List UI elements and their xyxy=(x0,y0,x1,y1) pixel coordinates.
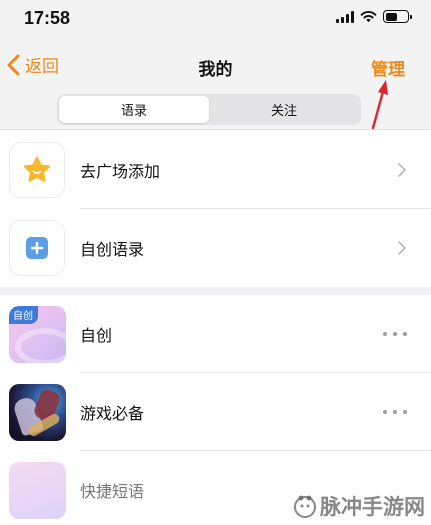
annotation-arrow-icon xyxy=(371,80,388,130)
collection-item-self-created[interactable]: 自创 自创 xyxy=(0,295,431,373)
watermark: 脉冲手游网 xyxy=(292,491,425,521)
star-thumb xyxy=(9,142,65,198)
collection-cover xyxy=(9,461,66,519)
collection-cover xyxy=(9,383,66,441)
tab-quotes[interactable]: 语录 xyxy=(59,96,209,123)
page-title: 我的 xyxy=(198,60,233,80)
tab-following[interactable]: 关注 xyxy=(209,96,359,123)
list-item-add-from-square[interactable]: 去广场添加 xyxy=(0,131,431,209)
battery-icon xyxy=(383,10,412,23)
more-options-icon[interactable] xyxy=(383,330,407,338)
watermark-logo-icon xyxy=(294,495,316,518)
watermark-text: 脉冲手游网 xyxy=(320,495,425,519)
status-bar: 17:58 xyxy=(0,0,431,40)
status-time: 17:58 xyxy=(24,8,71,28)
chevron-right-icon xyxy=(398,163,406,177)
collection-label: 游戏必备 xyxy=(80,404,145,423)
segmented-control: 语录 关注 xyxy=(57,94,361,125)
list-item-label: 自创语录 xyxy=(80,240,145,259)
collection-badge: 自创 xyxy=(9,305,38,324)
plus-thumb xyxy=(9,220,65,276)
list-item-label: 去广场添加 xyxy=(80,162,161,181)
list-item-self-created-quotes[interactable]: 自创语录 xyxy=(0,209,431,287)
cellular-signal-icon xyxy=(336,10,354,23)
star-icon xyxy=(23,156,51,182)
chevron-right-icon xyxy=(398,241,406,255)
collection-label: 快捷短语 xyxy=(80,482,145,501)
collection-cover: 自创 xyxy=(9,305,66,363)
plus-square-icon xyxy=(26,237,48,259)
collection-item-gaming[interactable]: 游戏必备 xyxy=(0,373,431,451)
more-options-icon[interactable] xyxy=(383,408,407,416)
status-icons xyxy=(336,10,412,23)
collection-label: 自创 xyxy=(80,326,113,345)
quick-actions-list: 去广场添加 自创语录 xyxy=(0,131,431,287)
manage-button[interactable]: 管理 xyxy=(371,55,405,80)
section-divider xyxy=(0,287,431,295)
wifi-icon xyxy=(360,11,377,23)
nav-bar: 返回 我的 管理 语录 关注 xyxy=(0,40,431,130)
